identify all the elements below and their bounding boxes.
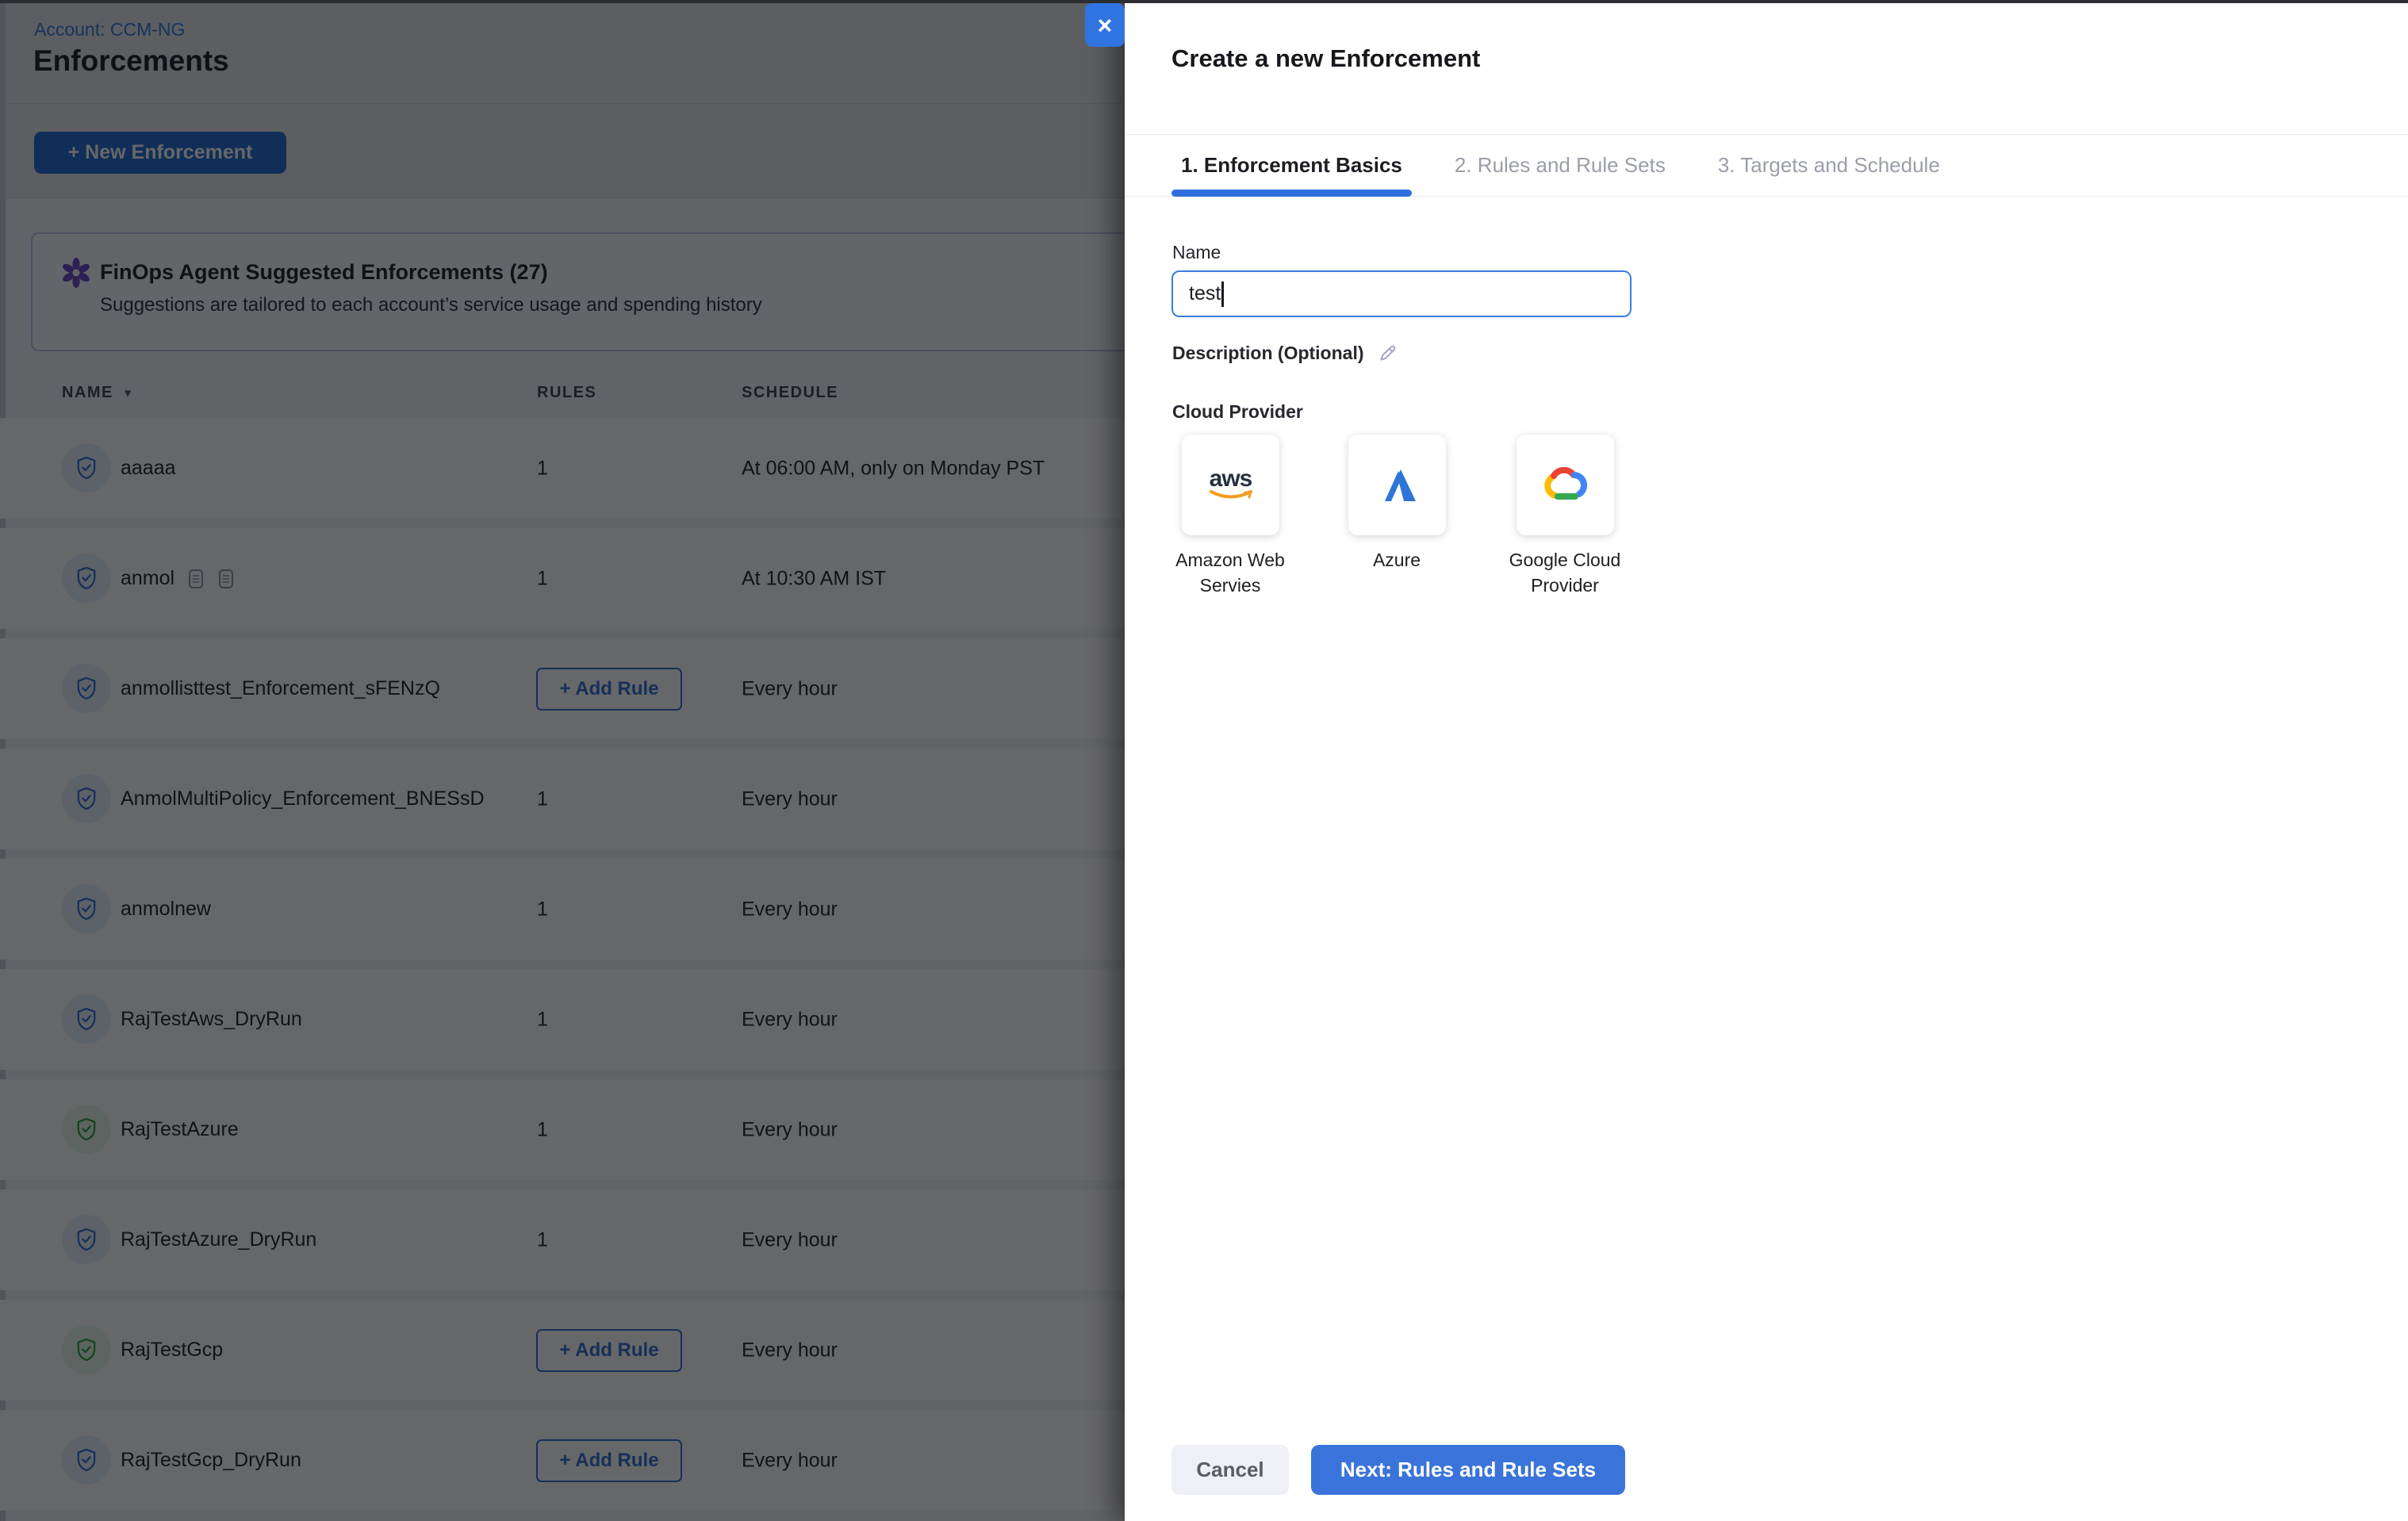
provider-label-azure: Azure: [1321, 547, 1472, 573]
azure-logo-icon: [1377, 467, 1418, 504]
cloud-provider-label: Cloud Provider: [1172, 401, 1303, 423]
close-button[interactable]: ×: [1085, 3, 1125, 47]
drawer-title: Create a new Enforcement: [1171, 44, 1480, 73]
tab-targets-and-schedule[interactable]: 3. Targets and Schedule: [1708, 135, 1950, 196]
gcp-logo-icon: [1543, 467, 1589, 504]
edit-pencil-icon[interactable]: [1377, 343, 1398, 364]
provider-label-gcp: Google Cloud Provider: [1490, 547, 1640, 598]
provider-card-aws[interactable]: aws: [1182, 435, 1279, 535]
close-icon: ×: [1098, 13, 1113, 38]
wizard-tabs: 1. Enforcement Basics 2. Rules and Rule …: [1125, 134, 2408, 197]
tab-enforcement-basics[interactable]: 1. Enforcement Basics: [1171, 135, 1412, 196]
description-label: Description (Optional): [1172, 343, 1398, 364]
next-button[interactable]: Next: Rules and Rule Sets: [1311, 1445, 1625, 1495]
name-input[interactable]: test: [1171, 270, 1632, 317]
provider-label-aws: Amazon Web Servies: [1155, 547, 1306, 598]
provider-card-azure[interactable]: [1348, 435, 1446, 535]
name-label: Name: [1172, 242, 1221, 263]
text-caret: [1221, 282, 1224, 307]
name-input-value: test: [1189, 282, 1221, 305]
tab-rules-and-rule-sets[interactable]: 2. Rules and Rule Sets: [1445, 135, 1675, 196]
aws-logo-icon: aws: [1208, 468, 1254, 502]
provider-card-gcp[interactable]: [1517, 435, 1614, 535]
create-enforcement-drawer: Create a new Enforcement 1. Enforcement …: [1125, 0, 2408, 1521]
window-top-edge: [0, 0, 2408, 3]
cancel-button[interactable]: Cancel: [1171, 1445, 1289, 1495]
description-label-text: Description (Optional): [1172, 343, 1364, 364]
